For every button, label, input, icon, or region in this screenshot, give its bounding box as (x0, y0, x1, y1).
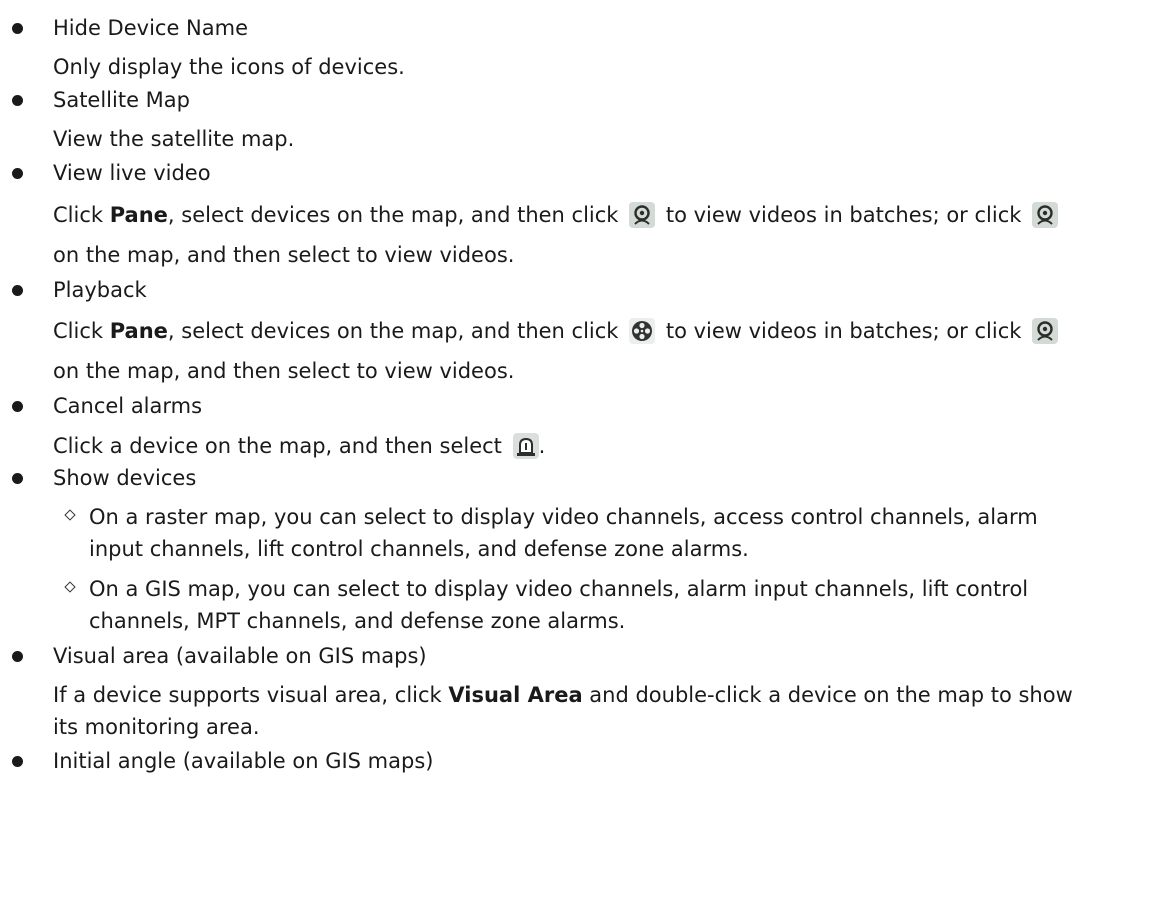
item-desc-visual-area-line2: its monitoring area. (53, 715, 260, 739)
desc-text: . (538, 434, 546, 458)
item-desc-view-live-video-line2: on the map, and then select to view vide… (53, 243, 515, 267)
item-title-show-devices: Show devices (53, 466, 197, 490)
item-desc-cancel-alarms: Click a device on the map, and then sele… (53, 431, 545, 461)
film-reel-icon (629, 318, 656, 344)
sub-bullet-icon (64, 509, 76, 521)
item-desc-satellite-map: View the satellite map. (53, 127, 295, 151)
visual-area-term: Visual Area (448, 683, 583, 707)
desc-text: and double-click a device on the map to … (582, 683, 1073, 707)
desc-text: , select devices on the map, and then cl… (167, 203, 619, 227)
bullet-icon (12, 401, 23, 412)
bullet-icon (12, 95, 23, 106)
bullet-icon (12, 651, 23, 662)
alarm-cancel-icon (512, 433, 539, 459)
desc-text: If a device supports visual area, click (53, 683, 449, 707)
item-desc-view-live-video: Click Pane, select devices on the map, a… (53, 200, 1062, 230)
item-desc-playback: Click Pane, select devices on the map, a… (53, 316, 1062, 346)
item-desc-playback-line2: on the map, and then select to view vide… (53, 359, 515, 383)
pane-term: Pane (109, 319, 168, 343)
item-title-cancel-alarms: Cancel alarms (53, 394, 203, 418)
bullet-icon (12, 285, 23, 296)
camera-icon (629, 202, 656, 228)
item-title-initial-angle: Initial angle (available on GIS maps) (53, 749, 434, 773)
item-title-hide-device-name: Hide Device Name (53, 16, 248, 40)
pane-term: Pane (109, 203, 168, 227)
desc-text: Click (53, 319, 110, 343)
bullet-icon (12, 23, 23, 34)
item-desc-visual-area: If a device supports visual area, click … (53, 680, 1073, 710)
item-title-visual-area: Visual area (available on GIS maps) (53, 644, 427, 668)
sub-item-gis-map-line2: channels, MPT channels, and defense zone… (89, 609, 626, 633)
desc-text: Click (53, 203, 110, 227)
item-title-playback: Playback (53, 278, 147, 302)
desc-text: , select devices on the map, and then cl… (167, 319, 619, 343)
bullet-icon (12, 473, 23, 484)
sub-item-gis-map-line1: On a GIS map, you can select to display … (89, 577, 1029, 601)
item-title-satellite-map: Satellite Map (53, 88, 191, 112)
bullet-icon (12, 756, 23, 767)
desc-text: to view videos in batches; or click (665, 203, 1022, 227)
bullet-icon (12, 168, 23, 179)
camera-icon (1032, 318, 1059, 344)
sub-item-raster-map-line1: On a raster map, you can select to displ… (89, 505, 1038, 529)
item-desc-hide-device-name: Only display the icons of devices. (53, 55, 405, 79)
item-title-view-live-video: View live video (53, 161, 211, 185)
camera-icon (1032, 202, 1059, 228)
desc-text: to view videos in batches; or click (665, 319, 1022, 343)
sub-bullet-icon (64, 581, 76, 593)
desc-text: Click a device on the map, and then sele… (53, 434, 502, 458)
sub-item-raster-map-line2: input channels, lift control channels, a… (89, 537, 749, 561)
